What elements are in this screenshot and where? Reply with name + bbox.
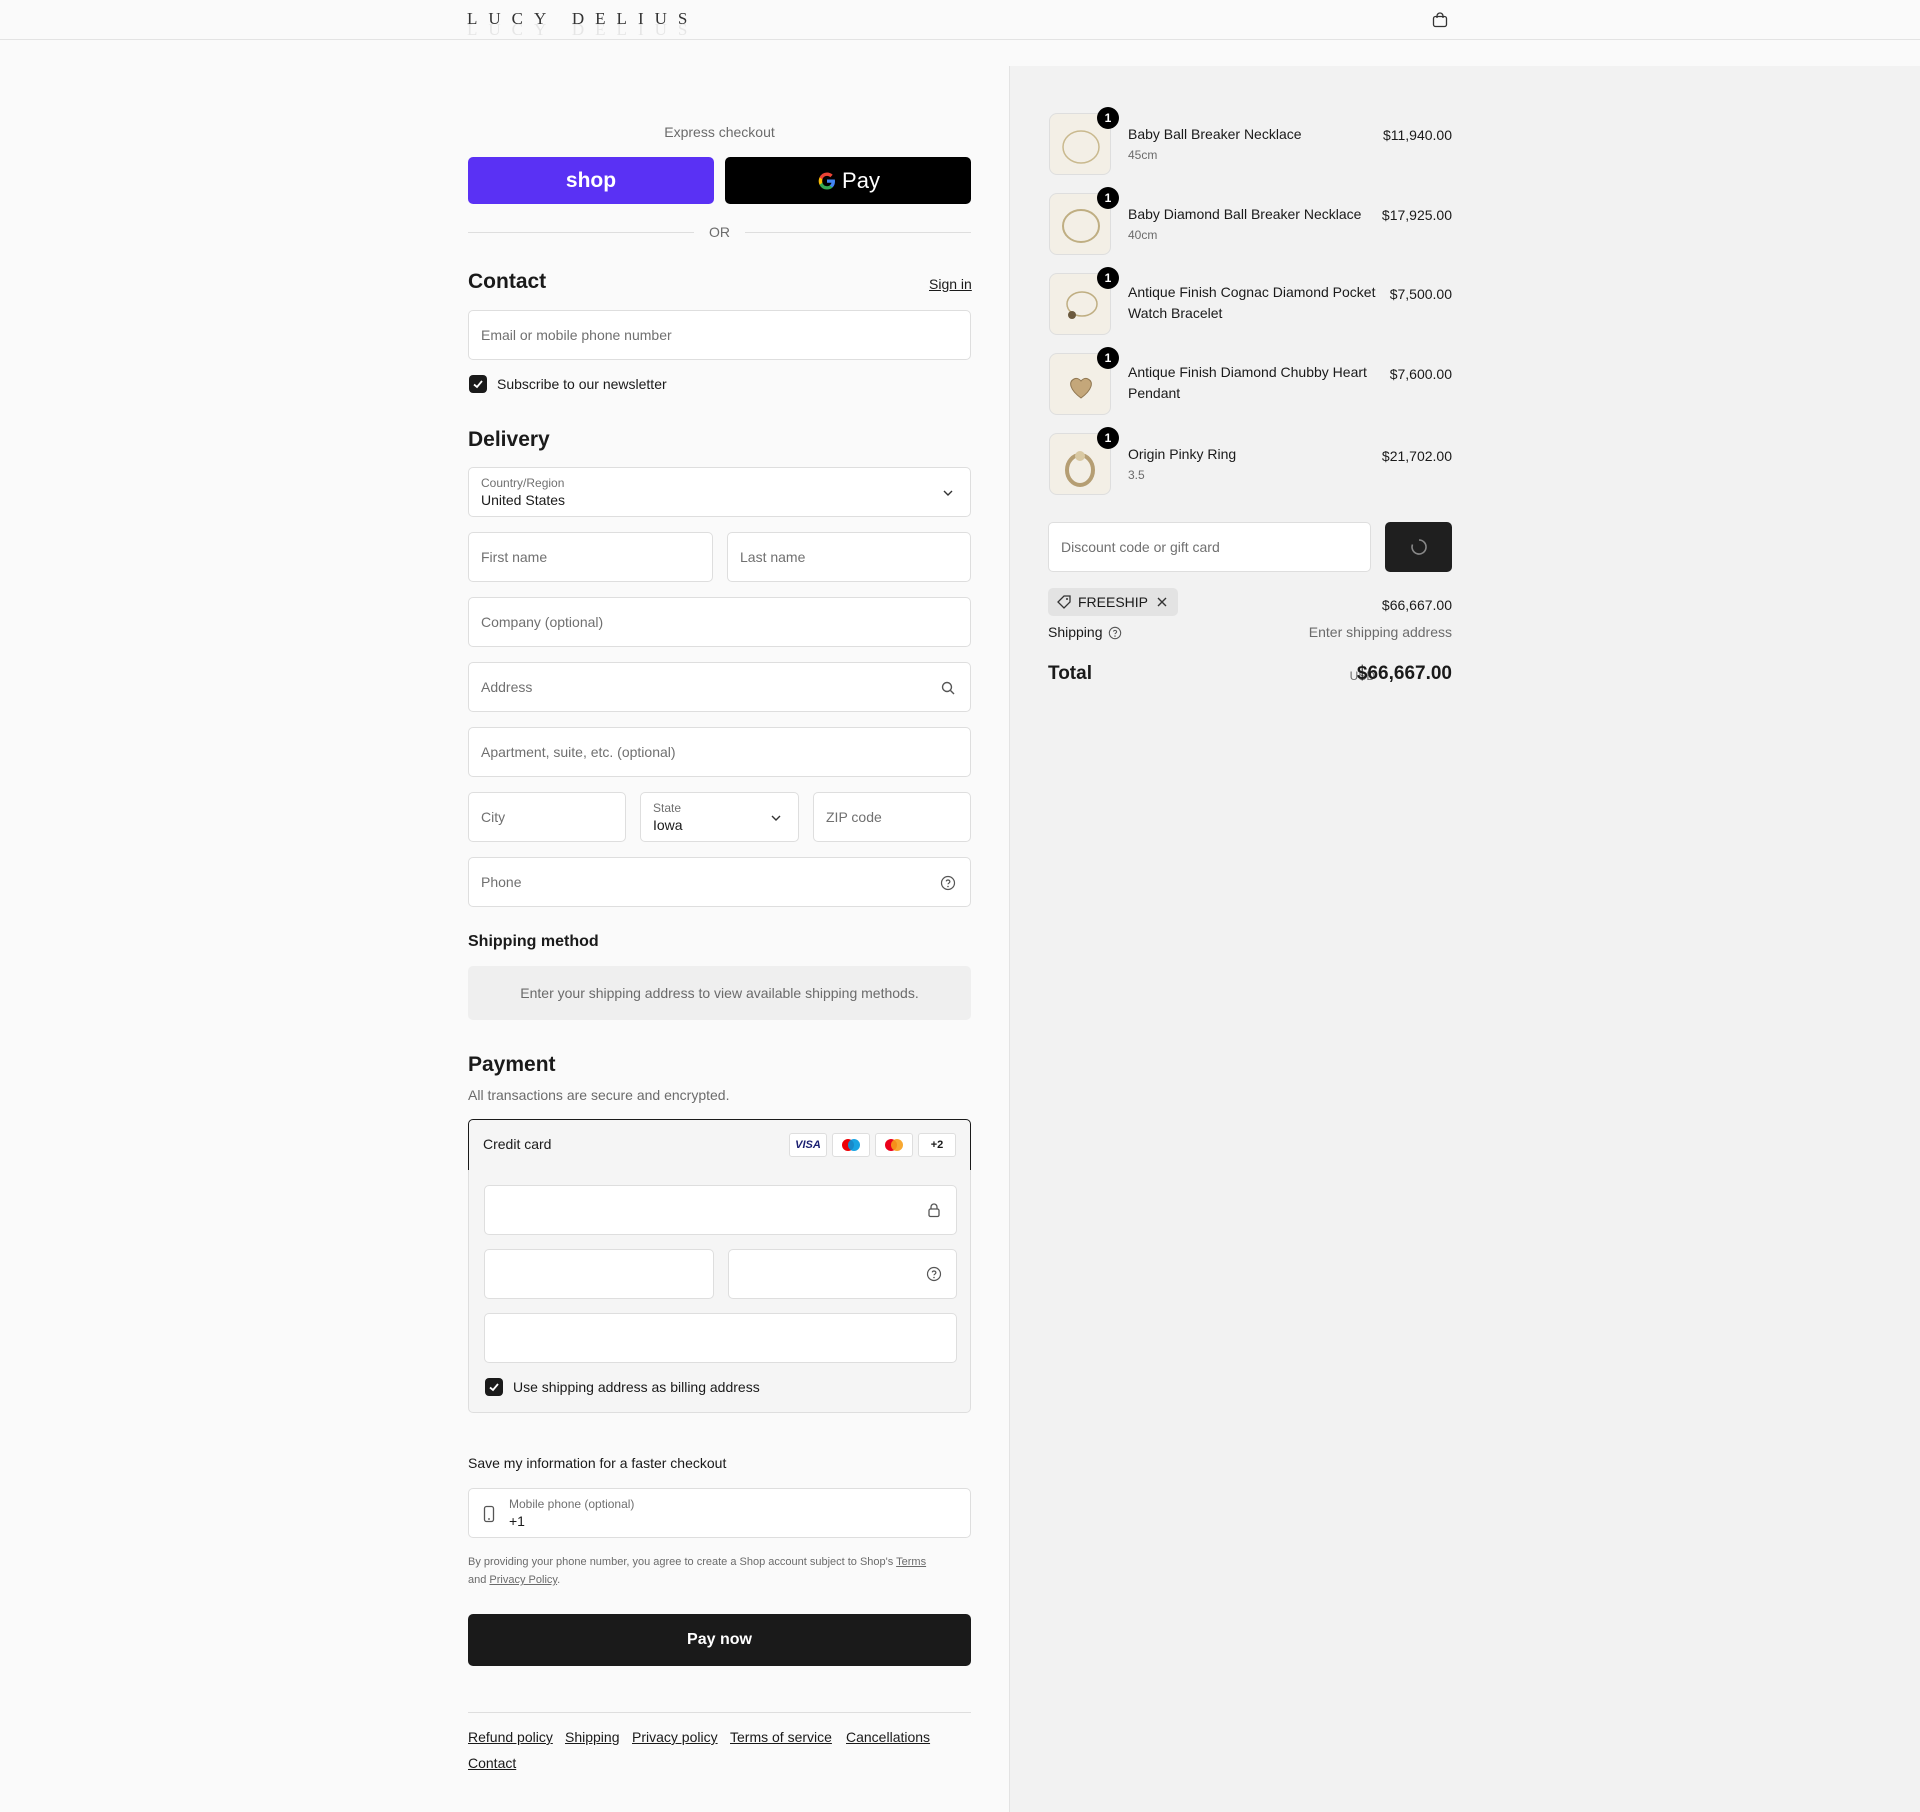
- quantity-badge: 1: [1097, 267, 1119, 289]
- or-divider: OR: [468, 224, 971, 240]
- shipping-label: Shipping: [1048, 624, 1103, 640]
- terms-of-service-link[interactable]: Terms of service: [730, 1729, 832, 1745]
- applied-discount-tag: FREESHIP: [1048, 588, 1179, 616]
- checkmark-icon: [489, 1383, 499, 1392]
- shop-pay-button[interactable]: shop: [468, 157, 714, 204]
- payment-heading: Payment: [468, 1053, 556, 1076]
- shipping-method-note: Enter your shipping address to view avai…: [468, 966, 971, 1020]
- credit-card-form: Use shipping address as billing address: [468, 1170, 971, 1413]
- item-price: $7,600.00: [1389, 366, 1452, 382]
- item-name: Antique Finish Cognac Diamond Pocket Wat…: [1128, 284, 1376, 321]
- cart-icon[interactable]: [1432, 12, 1448, 28]
- item-price: $17,925.00: [1381, 207, 1452, 223]
- divider-line: [745, 232, 971, 233]
- pay-now-button[interactable]: Pay now: [468, 1614, 971, 1666]
- item-price: $11,940.00: [1382, 127, 1452, 143]
- delivery-heading: Delivery: [468, 428, 550, 451]
- expiry-input[interactable]: [484, 1249, 714, 1299]
- sign-in-link[interactable]: Sign in: [929, 276, 972, 292]
- item-name: Antique Finish Diamond Chubby Heart Pend…: [1128, 364, 1367, 401]
- help-icon[interactable]: [926, 1266, 942, 1282]
- terms-link[interactable]: Terms: [896, 1556, 926, 1568]
- total-label: Total: [1048, 663, 1092, 684]
- shipping-method-heading: Shipping method: [468, 933, 599, 950]
- total-value: $66,667.00: [1356, 663, 1452, 684]
- subtotal-value: $66,667.00: [1381, 597, 1452, 613]
- quantity-badge: 1: [1097, 187, 1119, 209]
- last-name-field[interactable]: Last name: [727, 532, 971, 582]
- help-icon[interactable]: [1108, 626, 1122, 640]
- search-icon: [941, 681, 955, 695]
- phone-field[interactable]: Phone: [468, 857, 971, 907]
- state-select[interactable]: State Iowa: [640, 792, 799, 842]
- mobile-phone-field[interactable]: Mobile phone (optional) +1: [468, 1488, 971, 1538]
- item-price: $7,500.00: [1389, 286, 1452, 302]
- tag-icon: [1057, 595, 1071, 609]
- contact-heading: Contact: [468, 270, 547, 293]
- apply-discount-button[interactable]: [1385, 522, 1452, 572]
- discount-code-input[interactable]: Discount code or gift card: [1048, 522, 1371, 572]
- item-variant: 40cm: [1128, 228, 1158, 242]
- billing-address-label: Use shipping address as billing address: [513, 1379, 760, 1395]
- item-variant: 3.5: [1128, 468, 1145, 482]
- zip-field[interactable]: ZIP code: [813, 792, 971, 842]
- item-name: Baby Diamond Ball Breaker Necklace: [1128, 206, 1362, 222]
- chevron-down-icon: [943, 490, 953, 496]
- item-name: Baby Ball Breaker Necklace: [1128, 126, 1302, 142]
- contact-link[interactable]: Contact: [468, 1755, 516, 1771]
- privacy-policy-link[interactable]: Privacy Policy: [489, 1574, 557, 1586]
- city-field[interactable]: City: [468, 792, 626, 842]
- email-field[interactable]: Email or mobile phone number: [468, 310, 971, 360]
- quantity-badge: 1: [1097, 107, 1119, 129]
- country-select[interactable]: Country/Region United States: [468, 467, 971, 517]
- shipping-value: Enter shipping address: [1308, 624, 1452, 640]
- company-field[interactable]: Company (optional): [468, 597, 971, 647]
- express-checkout-label: Express checkout: [664, 124, 775, 140]
- maestro-icon: [832, 1133, 870, 1157]
- help-icon[interactable]: [940, 875, 956, 891]
- card-number-input[interactable]: [484, 1185, 957, 1235]
- mastercard-icon: [875, 1133, 913, 1157]
- item-name: Origin Pinky Ring: [1128, 446, 1237, 462]
- security-code-input[interactable]: [728, 1249, 957, 1299]
- remove-discount-icon[interactable]: [1154, 594, 1170, 610]
- footer-divider: [468, 1712, 971, 1713]
- more-cards-badge: +2: [918, 1133, 956, 1157]
- google-pay-button[interactable]: Pay: [725, 157, 971, 204]
- item-variant: 45cm: [1128, 148, 1158, 162]
- quantity-badge: 1: [1097, 347, 1119, 369]
- payment-subtitle: All transactions are secure and encrypte…: [468, 1087, 730, 1103]
- loading-spinner-icon: [1410, 539, 1427, 555]
- mobile-icon: [483, 1505, 495, 1523]
- shipping-policy-link[interactable]: Shipping: [565, 1729, 620, 1745]
- refund-policy-link[interactable]: Refund policy: [468, 1729, 553, 1745]
- cancellations-link[interactable]: Cancellations: [846, 1729, 930, 1745]
- store-logo[interactable]: LUCY DELIUS: [467, 9, 698, 29]
- header: LUCY DELIUS LUCY DELIUS: [0, 0, 1920, 40]
- privacy-policy-footer-link[interactable]: Privacy policy: [632, 1729, 718, 1745]
- first-name-field[interactable]: First name: [468, 532, 713, 582]
- chevron-down-icon: [771, 815, 781, 821]
- lock-icon: [928, 1203, 940, 1218]
- address-field[interactable]: Address: [468, 662, 971, 712]
- apartment-field[interactable]: Apartment, suite, etc. (optional): [468, 727, 971, 777]
- item-price: $21,702.00: [1381, 448, 1452, 464]
- legal-text: By providing your phone number, you agre…: [468, 1556, 927, 1586]
- checkmark-icon: [473, 380, 483, 389]
- billing-address-checkbox[interactable]: [485, 1378, 503, 1396]
- credit-card-option[interactable]: Credit card VISA +2: [468, 1119, 971, 1171]
- newsletter-checkbox[interactable]: [469, 375, 487, 393]
- quantity-badge: 1: [1097, 427, 1119, 449]
- name-on-card-input[interactable]: [484, 1313, 957, 1363]
- save-info-heading: Save my information for a faster checkou…: [468, 1455, 727, 1471]
- visa-icon: VISA: [789, 1133, 827, 1157]
- google-icon: [818, 172, 836, 189]
- order-summary-panel: [1009, 66, 1920, 1812]
- newsletter-label: Subscribe to our newsletter: [497, 376, 667, 392]
